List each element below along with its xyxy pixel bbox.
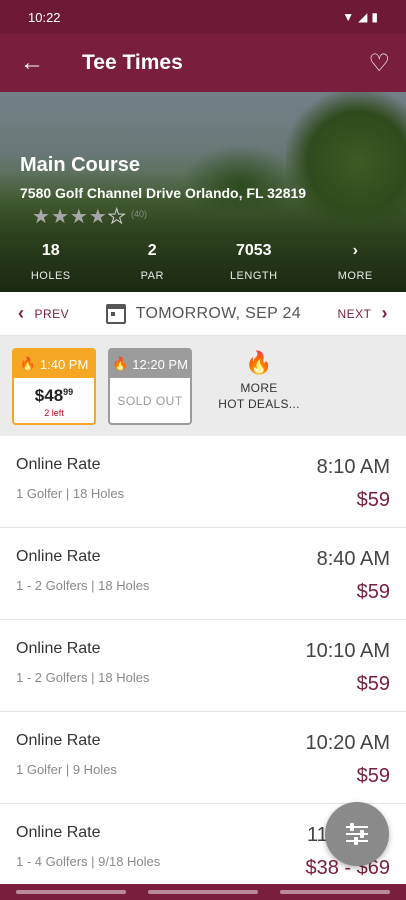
deal-price-cents: 99 bbox=[63, 387, 74, 397]
tee-time-row[interactable]: Online Rate 1 - 2 Golfers | 18 Holes 10:… bbox=[0, 620, 406, 712]
course-name: Main Course bbox=[20, 154, 141, 176]
stat-label: HOLES bbox=[30, 270, 71, 282]
stat-value: 2 bbox=[147, 242, 157, 259]
more-hot-deals-button[interactable]: 🔥 MORE HOT DEALS... bbox=[204, 348, 314, 412]
status-time: 10:22 bbox=[28, 9, 61, 25]
course-stats: 18 HOLES 2 PAR 7053 LENGTH › MORE bbox=[0, 242, 406, 282]
tee-price: $59 bbox=[356, 489, 390, 511]
hot-deals-bar: 🔥 1:40 PM $4899 2 left 🔥 12:20 PM SOLD O… bbox=[0, 336, 406, 436]
rating-stars: ★★★★★ bbox=[32, 204, 127, 229]
back-arrow-icon[interactable]: ← bbox=[20, 49, 48, 77]
stat-more-button[interactable]: › MORE bbox=[305, 242, 406, 282]
signal-icon: ◢ bbox=[358, 10, 368, 24]
tee-time: 8:40 AM bbox=[316, 548, 390, 570]
star-icon: ★ bbox=[88, 206, 108, 228]
tee-time: 10:10 AM bbox=[305, 640, 390, 662]
more-deals-line1: MORE bbox=[240, 381, 278, 395]
rate-name: Online Rate bbox=[16, 640, 101, 657]
status-bar: 10:22 ▼ ◢ ▮ bbox=[0, 0, 406, 34]
app-bar: ← Tee Times ♡ bbox=[0, 34, 406, 92]
rate-details: 1 Golfer | 9 Holes bbox=[16, 762, 117, 777]
prev-label: PREV bbox=[34, 306, 70, 321]
sold-out-label: SOLD OUT bbox=[117, 394, 183, 408]
tee-price: $59 bbox=[356, 673, 390, 695]
wifi-icon: ▼ bbox=[342, 10, 355, 24]
deal-remaining: 2 left bbox=[44, 408, 64, 418]
star-outline-icon: ★ bbox=[107, 206, 127, 229]
stat-label: PAR bbox=[140, 270, 164, 282]
rate-details: 1 - 4 Golfers | 9/18 Holes bbox=[16, 854, 161, 869]
rate-details: 1 Golfer | 18 Holes bbox=[16, 486, 125, 501]
course-address: 7580 Golf Channel Drive Orlando, FL 3281… bbox=[20, 185, 307, 201]
rate-name: Online Rate bbox=[16, 824, 101, 841]
hero-background-trees bbox=[286, 92, 406, 232]
stat-holes: 18 HOLES bbox=[0, 242, 102, 282]
stat-label: LENGTH bbox=[229, 270, 278, 282]
rate-name: Online Rate bbox=[16, 456, 101, 473]
chevron-right-icon: › bbox=[381, 303, 388, 323]
more-deals-line2: HOT DEALS... bbox=[218, 397, 300, 411]
rate-name: Online Rate bbox=[16, 548, 101, 565]
tee-time: 8:10 AM bbox=[316, 456, 390, 478]
star-icon: ★ bbox=[69, 206, 89, 228]
more-deals-label: MORE HOT DEALS... bbox=[204, 380, 314, 412]
tee-price: $59 bbox=[356, 765, 390, 787]
filter-sliders-icon bbox=[346, 821, 368, 847]
stat-value: 18 bbox=[41, 242, 60, 259]
hero-background-trees bbox=[180, 144, 300, 214]
battery-icon: ▮ bbox=[371, 10, 378, 24]
flame-icon: 🔥 bbox=[112, 356, 129, 371]
chevron-right-icon: › bbox=[352, 242, 358, 259]
star-icon: ★ bbox=[50, 206, 70, 228]
deal-header: 🔥 1:40 PM bbox=[14, 350, 94, 378]
filter-button[interactable] bbox=[325, 802, 389, 866]
deal-time: 12:20 PM bbox=[132, 356, 188, 372]
tee-time-row[interactable]: Online Rate 1 Golfer | 18 Holes 8:10 AM … bbox=[0, 436, 406, 528]
system-nav-bar bbox=[0, 884, 406, 900]
page-title: Tee Times bbox=[82, 51, 183, 74]
status-icons: ▼ ◢ ▮ bbox=[342, 10, 378, 24]
flame-icon: 🔥 bbox=[19, 356, 36, 371]
course-hero: Main Course 7580 Golf Channel Drive Orla… bbox=[0, 92, 406, 292]
selected-date: TOMORROW, SEP 24 bbox=[135, 304, 301, 322]
deal-time: 1:40 PM bbox=[39, 356, 89, 372]
stat-value: 7053 bbox=[235, 242, 272, 259]
tee-time-row[interactable]: Online Rate 1 - 2 Golfers | 18 Holes 8:4… bbox=[0, 528, 406, 620]
deal-header: 🔥 12:20 PM bbox=[110, 350, 190, 378]
hot-deal-card[interactable]: 🔥 1:40 PM $4899 2 left bbox=[12, 348, 96, 425]
review-count: (40) bbox=[131, 209, 148, 219]
date-picker[interactable]: TOMORROW, SEP 24 bbox=[105, 303, 301, 324]
deal-price: $4899 bbox=[14, 386, 94, 406]
stat-par: 2 PAR bbox=[102, 242, 204, 282]
star-icon: ★ bbox=[32, 206, 51, 228]
sold-out-deal-card[interactable]: 🔥 12:20 PM SOLD OUT bbox=[108, 348, 192, 425]
tee-price: $59 bbox=[356, 581, 390, 603]
rate-details: 1 - 2 Golfers | 18 Holes bbox=[16, 578, 150, 593]
tee-time-row[interactable]: Online Rate 1 Golfer | 9 Holes 10:20 AM … bbox=[0, 712, 406, 804]
tee-time: 10:20 AM bbox=[305, 732, 390, 754]
next-day-button[interactable]: NEXT › bbox=[337, 303, 388, 324]
deal-price-main: $48 bbox=[34, 386, 64, 405]
nav-handle bbox=[16, 890, 126, 894]
chevron-left-icon: ‹ bbox=[18, 303, 25, 323]
date-navigator: ‹ PREV TOMORROW, SEP 24 NEXT › bbox=[0, 292, 406, 336]
rate-details: 1 - 2 Golfers | 18 Holes bbox=[16, 670, 150, 685]
rate-name: Online Rate bbox=[16, 732, 101, 749]
nav-handle bbox=[148, 890, 258, 894]
favorite-heart-icon[interactable]: ♡ bbox=[368, 49, 390, 78]
stat-label: MORE bbox=[337, 270, 373, 282]
nav-handle bbox=[280, 890, 390, 894]
prev-day-button[interactable]: ‹ PREV bbox=[18, 303, 69, 324]
flame-icon: 🔥 bbox=[245, 350, 273, 375]
calendar-icon bbox=[105, 303, 126, 324]
next-label: NEXT bbox=[337, 306, 372, 321]
stat-length: 7053 LENGTH bbox=[203, 242, 305, 282]
